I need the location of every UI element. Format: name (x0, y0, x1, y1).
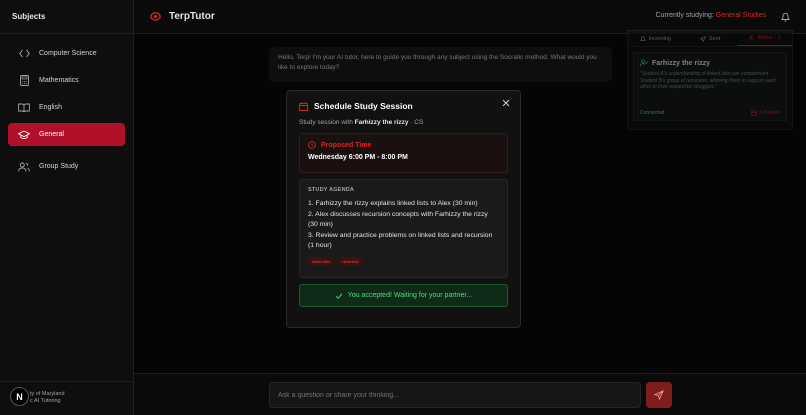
subject-nav: Computer Science Mathematics English Gen… (0, 34, 133, 178)
bell-icon[interactable] (781, 12, 790, 22)
proposed-time-box: Proposed Time Wednesday 6:00 PM - 8:00 P… (299, 133, 508, 173)
proposed-time-label: Proposed Time (308, 141, 499, 149)
session-partner-name: Farhizzy the rizzy (354, 119, 409, 126)
graduation-cap-icon (18, 129, 30, 141)
studying-subject: General Studies (715, 12, 766, 19)
sidebar-header: Subjects (0, 0, 133, 34)
chat-input-bar (134, 373, 806, 415)
agenda-item: 3. Review and practice problems on linke… (308, 231, 493, 250)
session-prefix: Study session with (299, 119, 355, 126)
sidebar-item-label: Mathematics (39, 77, 79, 84)
sidebar-item-computer-science[interactable]: Computer Science (8, 42, 125, 65)
send-button[interactable] (646, 382, 672, 408)
calculator-icon (18, 75, 30, 87)
schedule-session-modal: Schedule Study Session Study session wit… (286, 90, 521, 328)
sidebar-item-label: General (39, 131, 64, 138)
sidebar-item-english[interactable]: English (8, 96, 125, 119)
studying-label: Currently studying: (655, 12, 716, 19)
modal-title-text: Schedule Study Session (314, 101, 413, 111)
session-suffix: · CS (408, 119, 424, 126)
modal-title: Schedule Study Session (299, 101, 508, 111)
check-icon (335, 293, 343, 299)
app: Subjects Computer Science Mathematics En… (0, 0, 806, 415)
current-subject-indicator: Currently studying: General Studies (655, 12, 766, 19)
sidebar-item-label: Group Study (39, 163, 79, 170)
proposed-label-text: Proposed Time (321, 141, 372, 149)
sidebar-item-mathematics[interactable]: Mathematics (8, 69, 125, 92)
agenda-list: 1. Farhizzy the rizzy explains linked li… (308, 199, 499, 252)
accepted-status-banner: You accepted! Waiting for your partner..… (299, 284, 508, 307)
sidebar-item-general[interactable]: General (8, 123, 125, 146)
topic-tags: linked lists recursion (308, 256, 499, 266)
agenda-label: STUDY AGENDA (308, 187, 355, 193)
turtle-logo-icon (150, 12, 161, 21)
sidebar: Subjects Computer Science Mathematics En… (0, 0, 134, 415)
app-title: TerpTutor (169, 11, 215, 22)
sidebar-item-group-study[interactable]: Group Study (8, 155, 125, 178)
app-header: TerpTutor Currently studying: General St… (134, 0, 806, 34)
proposed-time-value: Wednesday 6:00 PM - 8:00 PM (308, 154, 408, 161)
study-agenda-box: STUDY AGENDA 1. Farhizzy the rizzy expla… (299, 179, 508, 278)
topic-tag: linked lists (308, 256, 335, 266)
agenda-item: 1. Farhizzy the rizzy explains linked li… (308, 200, 478, 207)
book-icon (18, 102, 30, 114)
sidebar-item-label: English (39, 104, 62, 111)
session-partner-line: Study session with Farhizzy the rizzy · … (299, 119, 508, 126)
calendar-icon (299, 101, 308, 111)
topic-tag: recursion (338, 256, 363, 266)
close-icon[interactable] (502, 99, 510, 107)
sidebar-item-label: Computer Science (39, 50, 97, 57)
users-icon (18, 161, 30, 173)
send-icon (654, 390, 664, 400)
chat-input[interactable] (269, 382, 641, 408)
code-icon (18, 48, 30, 60)
agenda-item: 2. Alex discusses recursion concepts wit… (308, 210, 488, 229)
devtools-badge[interactable]: N (10, 387, 29, 406)
accepted-text: You accepted! Waiting for your partner..… (347, 292, 473, 299)
clock-icon (308, 141, 316, 149)
